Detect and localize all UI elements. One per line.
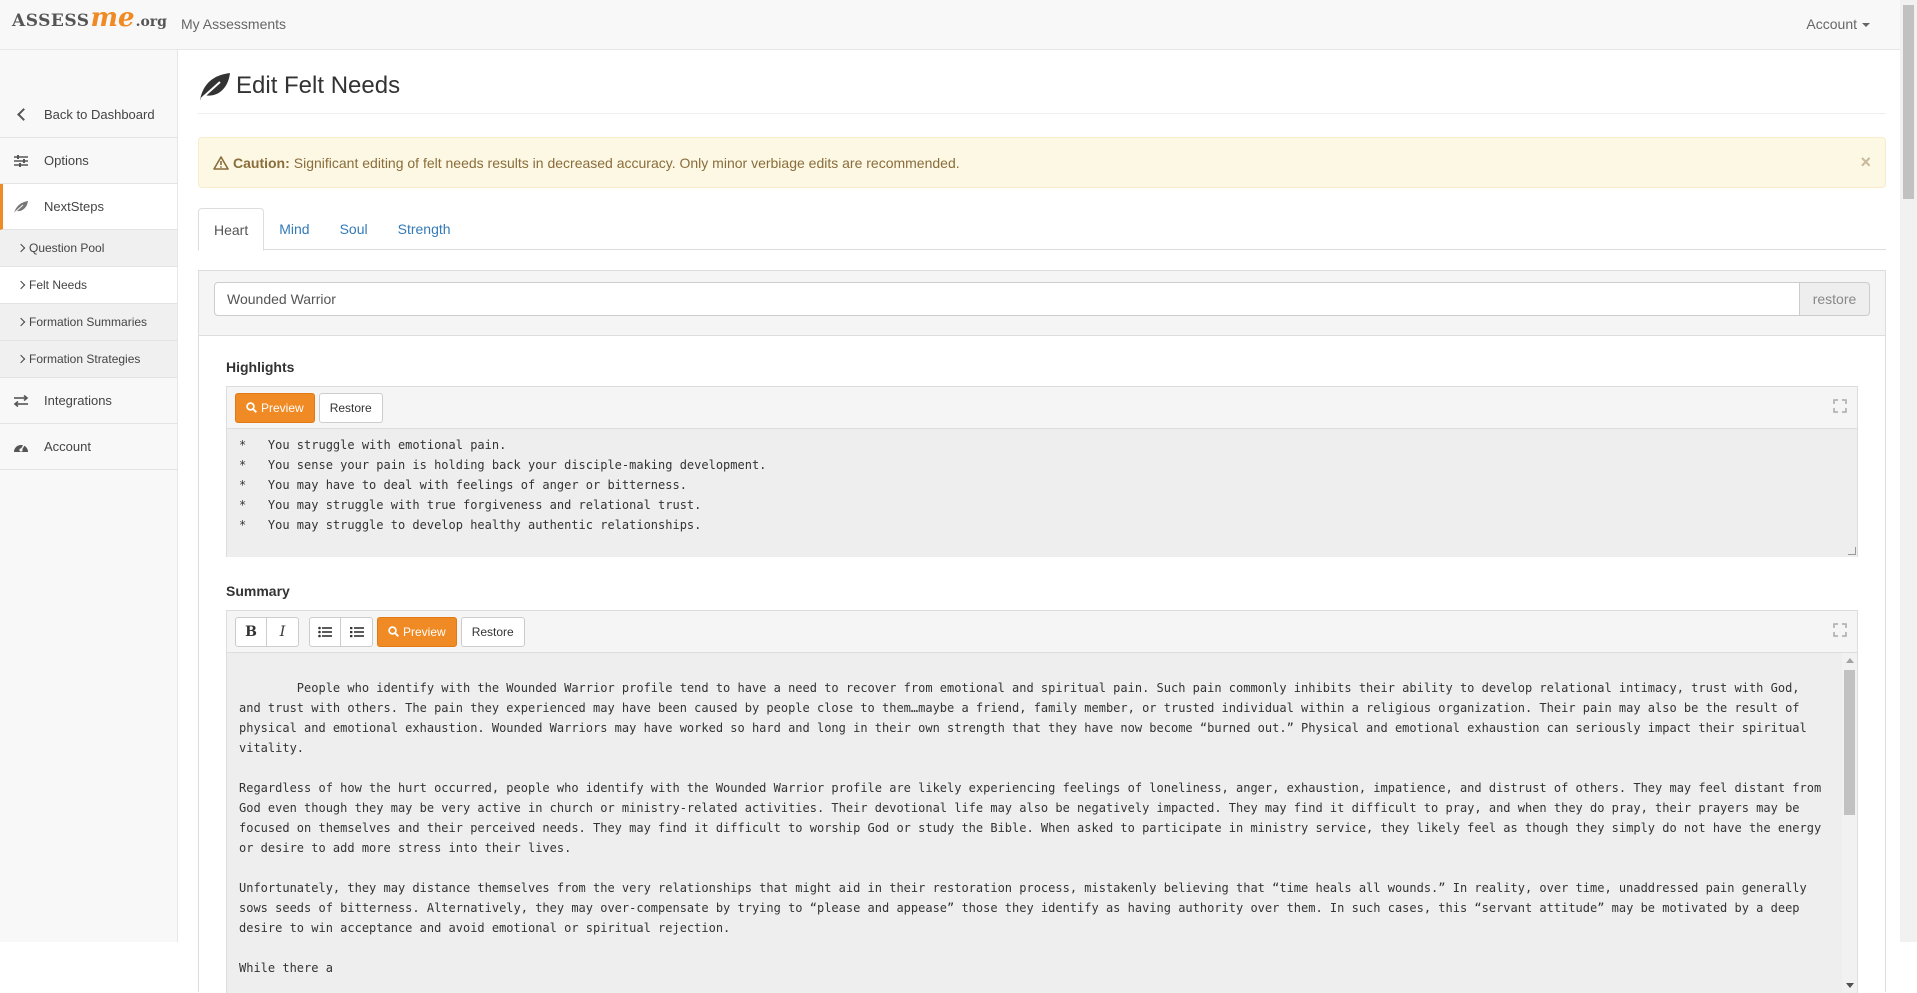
sidebar-subitem-label: Formation Strategies [29, 352, 141, 366]
dashboard-gauge-icon [12, 439, 30, 455]
sidebar-item-options[interactable]: Options [0, 138, 177, 184]
chevron-left-icon [12, 107, 30, 123]
highlights-preview-button[interactable]: Preview [235, 392, 315, 423]
caution-alert: Caution: Significant editing of felt nee… [198, 137, 1886, 188]
category-tabs: Heart Mind Soul Strength [198, 208, 1886, 251]
logo-prefix: ASSESS [12, 11, 90, 31]
leaf-icon [200, 73, 230, 100]
sidebar-item-label: Back to Dashboard [44, 107, 155, 122]
leaf-icon [12, 199, 30, 215]
my-assessments-link[interactable]: My Assessments [181, 16, 286, 32]
summary-textarea: People who identify with the Wounded War… [239, 681, 1822, 975]
summary-preview-button[interactable]: Preview [377, 616, 457, 647]
logo-me: me [90, 3, 135, 33]
sidebar-item-back[interactable]: Back to Dashboard [0, 92, 177, 138]
sidebar-item-label: NextSteps [44, 199, 104, 214]
unordered-list-icon [318, 626, 332, 637]
logo-suffix: .org [135, 14, 167, 30]
alert-text: Significant editing of felt needs result… [293, 154, 960, 171]
restore-name-button[interactable]: restore [1800, 282, 1870, 316]
account-dropdown-label: Account [1806, 16, 1857, 32]
fullscreen-icon[interactable] [1833, 623, 1847, 637]
tab-soul[interactable]: Soul [325, 208, 383, 250]
highlights-label: Highlights [226, 359, 295, 375]
assessme-logo[interactable]: ASSESS me .org [12, 3, 167, 38]
alert-strong: Caution: [233, 154, 290, 171]
bold-button[interactable]: B [235, 616, 267, 647]
chevron-right-icon [16, 317, 26, 327]
scroll-thumb[interactable] [1844, 670, 1855, 815]
tab-strength[interactable]: Strength [383, 208, 466, 250]
search-icon [246, 402, 257, 413]
tab-mind[interactable]: Mind [264, 208, 324, 250]
chevron-right-icon [16, 280, 26, 290]
scroll-up-icon[interactable] [1846, 658, 1854, 663]
chevron-right-icon [16, 243, 26, 253]
profile-name-group: restore [214, 282, 1870, 316]
sidebar-subitem-label: Felt Needs [29, 278, 88, 292]
summary-toolbar: B I Preview Restore [227, 611, 1857, 653]
tab-heart[interactable]: Heart [198, 208, 265, 251]
sidebar-subitem-formation-strategies[interactable]: Formation Strategies [0, 341, 177, 378]
sidebar-item-integrations[interactable]: Integrations [0, 378, 177, 424]
page-scroll-thumb[interactable] [1903, 5, 1914, 199]
panel-heading: restore [199, 271, 1885, 336]
sidebar-subitem-label: Formation Summaries [29, 315, 148, 329]
button-label: Preview [403, 624, 446, 639]
italic-button[interactable]: I [267, 616, 299, 647]
warning-icon [213, 155, 229, 170]
felt-need-panel: restore Highlights Preview Restore * You… [198, 270, 1886, 993]
page-header: Edit Felt Needs [198, 70, 1886, 114]
page-title: Edit Felt Needs [236, 72, 401, 99]
fullscreen-icon[interactable] [1833, 399, 1847, 413]
resize-handle-icon[interactable] [1848, 547, 1856, 555]
scroll-down-icon[interactable] [1846, 983, 1854, 988]
bulleted-list-button[interactable] [309, 616, 341, 647]
top-navbar: ASSESS me .org My Assessments Account [0, 0, 1900, 50]
page-scrollbar[interactable] [1900, 0, 1917, 942]
search-icon [388, 626, 399, 637]
close-icon[interactable]: × [1860, 152, 1871, 173]
summary-label: Summary [226, 583, 290, 599]
highlights-restore-button[interactable]: Restore [318, 392, 383, 423]
summary-scrollbar[interactable] [1842, 653, 1857, 993]
chevron-right-icon [16, 354, 26, 364]
sidebar-subitem-question-pool[interactable]: Question Pool [0, 230, 177, 267]
sidebar-item-label: Account [44, 439, 91, 454]
summary-editor: B I Preview Restore People who identify … [226, 610, 1858, 993]
sidebar-subitem-label: Question Pool [29, 241, 105, 255]
highlights-textarea[interactable]: * You struggle with emotional pain. * Yo… [227, 429, 1857, 557]
sidebar: Back to Dashboard Options NextSteps Ques… [0, 50, 178, 942]
exchange-icon [12, 393, 30, 409]
sidebar-item-account[interactable]: Account [0, 424, 177, 470]
sidebar-item-label: Options [44, 153, 89, 168]
summary-textarea-wrap[interactable]: People who identify with the Wounded War… [227, 653, 1857, 993]
summary-restore-button[interactable]: Restore [460, 616, 525, 647]
ordered-list-icon [349, 626, 364, 637]
highlights-editor: Preview Restore * You struggle with emot… [226, 386, 1858, 557]
highlights-toolbar: Preview Restore [227, 387, 1857, 429]
button-label: Preview [261, 400, 304, 415]
sidebar-subitem-formation-summaries[interactable]: Formation Summaries [0, 304, 177, 341]
profile-name-input[interactable] [214, 282, 1800, 316]
numbered-list-button[interactable] [341, 616, 373, 647]
sidebar-item-label: Integrations [44, 393, 112, 408]
account-dropdown[interactable]: Account [1806, 16, 1870, 32]
sliders-icon [12, 153, 30, 169]
caret-down-icon [1862, 23, 1870, 28]
sidebar-item-nextsteps[interactable]: NextSteps [0, 184, 177, 230]
sidebar-subitem-felt-needs[interactable]: Felt Needs [0, 267, 177, 304]
